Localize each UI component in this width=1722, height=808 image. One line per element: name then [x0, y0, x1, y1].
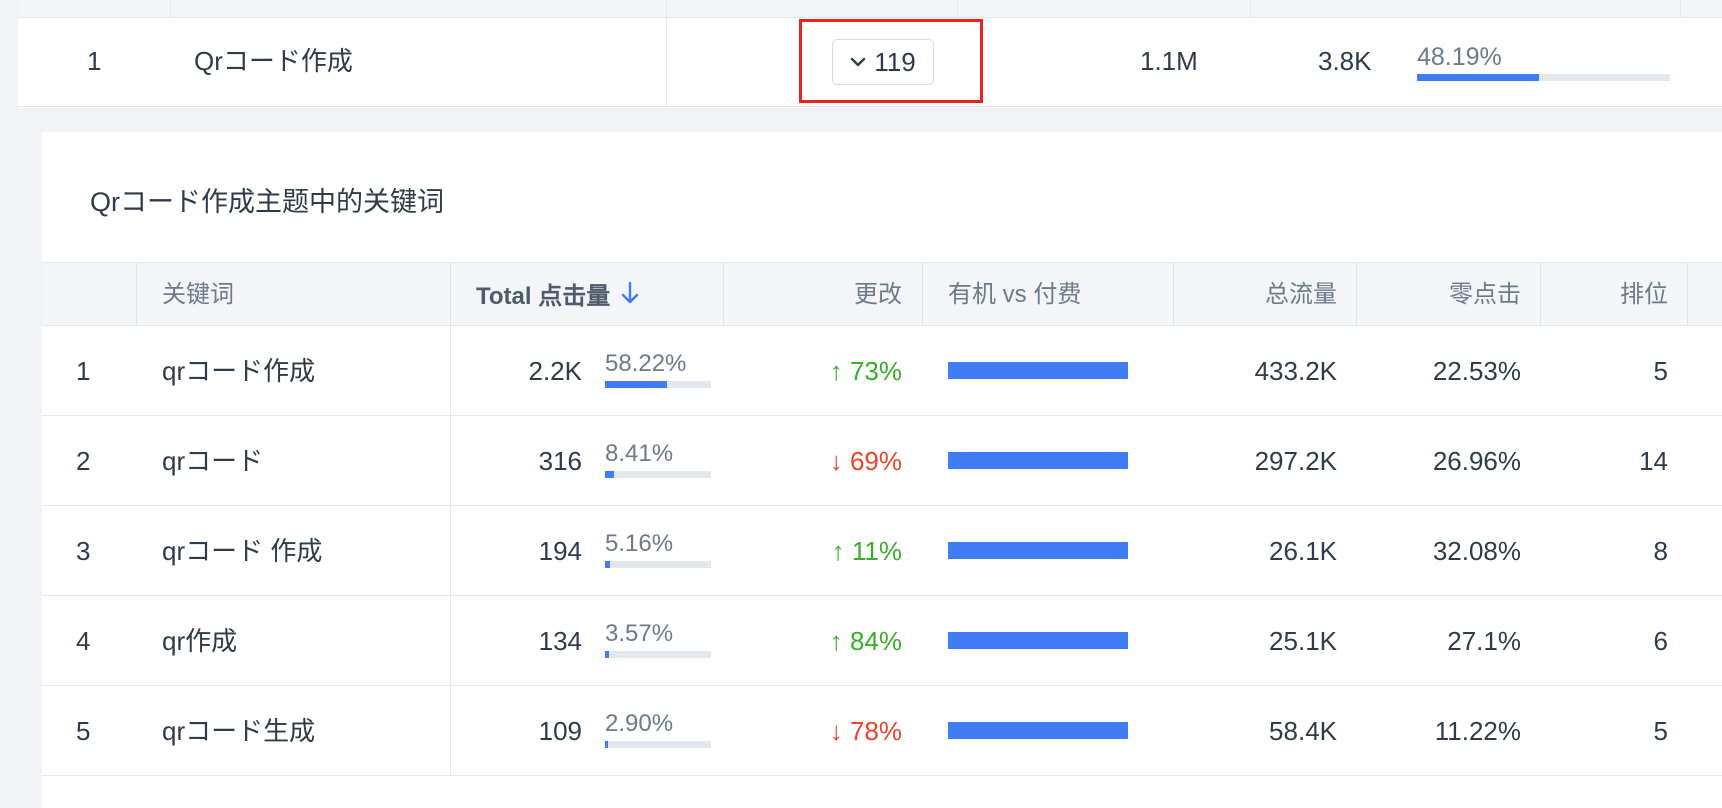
- column-divider: [957, 0, 958, 18]
- column-divider: [666, 0, 667, 106]
- change-value: ↓ 69%: [829, 446, 902, 476]
- clicks-share-bar-fill: [605, 651, 609, 658]
- total-traffic: 297.2K: [1254, 446, 1337, 476]
- organic-vs-paid-bar: [948, 452, 1128, 469]
- column-divider: [1173, 263, 1174, 325]
- keyword-link[interactable]: qr作成: [162, 626, 237, 656]
- keyword-clicks: 134: [538, 626, 582, 656]
- keyword-clicks: 194: [538, 536, 582, 566]
- row-index: 2: [76, 446, 91, 476]
- rank-value: 8: [1653, 536, 1668, 566]
- change-value: ↓ 78%: [829, 716, 902, 746]
- column-divider: [170, 0, 171, 18]
- table-row: 4 qr作成 134 3.57% ↑ 84% 25.1K 27.1% 6: [42, 596, 1722, 686]
- parent-row-index: 1: [87, 46, 102, 76]
- parent-topic-name[interactable]: Qrコード作成: [194, 46, 353, 76]
- topic-keywords-panel: Qrコード作成主题中的关键词 关键词 Total 点击量 更改 有机 vs 付费…: [42, 132, 1722, 808]
- rank-value: 5: [1653, 716, 1668, 746]
- keyword-link[interactable]: qrコード作成: [162, 356, 315, 386]
- keyword-link[interactable]: qrコード 作成: [162, 536, 322, 566]
- header-organic-vs-paid: 有机 vs 付费: [948, 281, 1082, 308]
- keywords-table-header: 关键词 Total 点击量 更改 有机 vs 付费 总流量 零点击 排位: [42, 262, 1722, 326]
- clicks-share-bar: [605, 381, 711, 388]
- total-traffic: 433.2K: [1254, 356, 1337, 386]
- organic-vs-paid-bar: [948, 542, 1128, 559]
- column-divider: [922, 263, 923, 325]
- column-divider: [1250, 0, 1251, 18]
- header-change[interactable]: 更改: [742, 281, 902, 309]
- parent-clicks: 3.8K: [1318, 46, 1372, 76]
- zero-click-value: 32.08%: [1432, 536, 1521, 566]
- rank-value: 14: [1639, 446, 1668, 476]
- table-row: 3 qrコード 作成 194 5.16% ↑ 11% 26.1K 32.08% 8: [42, 506, 1722, 596]
- clicks-share-bar: [605, 471, 711, 478]
- row-index: 1: [76, 356, 91, 386]
- change-value: ↑ 84%: [829, 626, 902, 656]
- parent-share-percent: 48.19%: [1417, 43, 1502, 71]
- total-traffic: 58.4K: [1269, 716, 1337, 746]
- clicks-share-bar-fill: [605, 471, 614, 478]
- table-row: 2 qrコード 316 8.41% ↓ 69% 297.2K 26.96% 14: [42, 416, 1722, 506]
- rank-value: 6: [1653, 626, 1668, 656]
- row-index: 3: [76, 536, 91, 566]
- keyword-clicks-percent: 5.16%: [605, 530, 674, 557]
- row-index: 5: [76, 716, 91, 746]
- row-divider: [18, 106, 1722, 107]
- table-row: 1 qrコード作成 2.2K 58.22% ↑ 73% 433.2K 22.53% 5: [42, 326, 1722, 416]
- organic-vs-paid-bar: [948, 362, 1128, 379]
- organic-vs-paid-bar: [948, 722, 1128, 739]
- table-header-strip: [18, 0, 1722, 18]
- table-row: 5 qrコード生成 109 2.90% ↓ 78% 58.4K 11.22% 5: [42, 686, 1722, 776]
- parent-volume: 1.1M: [1140, 46, 1198, 76]
- zero-click-value: 27.1%: [1447, 626, 1521, 656]
- header-total-clicks-label: Total 点击量: [476, 282, 611, 310]
- parent-share-bar-fill: [1417, 74, 1539, 81]
- parent-share-bar: [1417, 74, 1670, 81]
- keyword-clicks-percent: 3.57%: [605, 620, 674, 647]
- clicks-share-bar: [605, 561, 711, 568]
- column-divider: [1540, 263, 1541, 325]
- total-traffic: 25.1K: [1269, 626, 1337, 656]
- total-traffic: 26.1K: [1269, 536, 1337, 566]
- clicks-share-bar-fill: [605, 381, 667, 388]
- keyword-clicks: 109: [538, 716, 582, 746]
- panel-title: Qrコード作成主题中的关键词: [90, 187, 444, 217]
- clicks-share-bar-fill: [605, 741, 608, 748]
- column-divider: [136, 263, 137, 325]
- highlight-annotation-box: [799, 19, 983, 103]
- column-divider: [723, 263, 724, 325]
- organic-vs-paid-bar: [948, 632, 1128, 649]
- header-total-clicks[interactable]: Total 点击量: [476, 281, 640, 312]
- rank-value: 5: [1653, 356, 1668, 386]
- header-total-traffic[interactable]: 总流量: [1182, 281, 1337, 309]
- keyword-clicks-percent: 8.41%: [605, 440, 674, 467]
- zero-click-value: 22.53%: [1432, 356, 1521, 386]
- keyword-link[interactable]: qrコード生成: [162, 716, 315, 746]
- keyword-clicks: 2.2K: [528, 356, 583, 386]
- column-divider: [450, 263, 451, 325]
- keyword-clicks-percent: 2.90%: [605, 710, 674, 737]
- header-rank[interactable]: 排位: [1562, 281, 1668, 309]
- header-keyword[interactable]: 关键词: [162, 281, 234, 309]
- arrow-down-icon: [620, 281, 640, 312]
- column-divider: [1356, 263, 1357, 325]
- change-value: ↑ 11%: [831, 536, 902, 566]
- clicks-share-bar: [605, 651, 711, 658]
- keyword-clicks-percent: 58.22%: [605, 350, 687, 377]
- keyword-clicks: 316: [538, 446, 582, 476]
- zero-click-value: 11.22%: [1434, 716, 1521, 746]
- header-zero-click[interactable]: 零点击: [1362, 281, 1521, 309]
- change-value: ↑ 73%: [829, 356, 902, 386]
- row-index: 4: [76, 626, 91, 656]
- clicks-share-bar-fill: [605, 561, 610, 568]
- column-divider: [1680, 0, 1681, 18]
- keyword-link[interactable]: qrコード: [162, 446, 263, 476]
- column-divider: [1687, 263, 1688, 325]
- zero-click-value: 26.96%: [1432, 446, 1521, 476]
- clicks-share-bar: [605, 741, 711, 748]
